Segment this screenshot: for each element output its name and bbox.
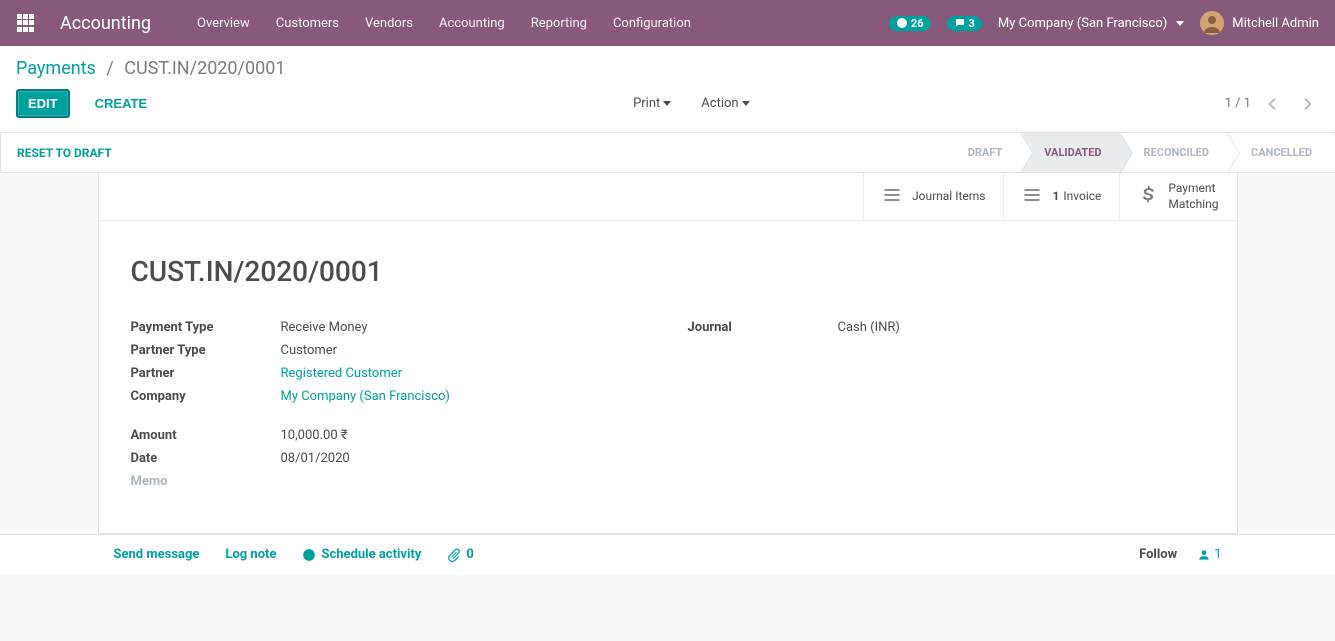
caret-down-icon — [742, 101, 750, 106]
journal-items-button[interactable]: Journal Items — [863, 173, 1003, 220]
control-panel: Payments / CUST.IN/2020/0001 EDIT CREATE… — [0, 46, 1335, 133]
breadcrumb-current: CUST.IN/2020/0001 — [124, 58, 285, 79]
label-date: Date — [131, 451, 281, 466]
chevron-left-icon — [1265, 96, 1281, 112]
button-box: Journal Items 1 Invoice Payment Matching — [99, 173, 1237, 221]
chevron-right-icon — [1299, 96, 1315, 112]
invoice-label: Invoice — [1063, 189, 1101, 203]
paperclip-icon — [447, 548, 461, 562]
user-name: Mitchell Admin — [1232, 16, 1319, 31]
pager-text: 1 / 1 — [1225, 96, 1251, 111]
label-amount: Amount — [131, 428, 281, 443]
value-amount: 10,000.00 ₹ — [281, 428, 648, 443]
label-partner: Partner — [131, 366, 281, 381]
bars-icon — [1022, 185, 1042, 209]
edit-button[interactable]: EDIT — [16, 89, 70, 118]
form-sheet: Journal Items 1 Invoice Payment Matching — [98, 172, 1238, 534]
followers-button[interactable]: 1 — [1197, 547, 1221, 562]
nav-right: 26 3 My Company (San Francisco) Mitchell… — [889, 11, 1319, 35]
label-memo: Memo — [131, 474, 281, 489]
breadcrumb-root[interactable]: Payments — [16, 58, 96, 79]
timer-badge[interactable]: 26 — [889, 16, 931, 31]
label-journal: Journal — [688, 320, 838, 335]
user-icon — [1197, 548, 1211, 562]
clock-icon — [896, 17, 908, 29]
nav-reporting[interactable]: Reporting — [521, 10, 597, 37]
timer-count: 26 — [911, 17, 924, 30]
matching-line1: Payment — [1168, 181, 1218, 197]
log-note-button[interactable]: Log note — [225, 547, 276, 562]
breadcrumb: Payments / CUST.IN/2020/0001 — [16, 58, 1319, 79]
value-journal: Cash (INR) — [838, 320, 1205, 335]
clock-icon — [302, 548, 316, 562]
avatar — [1200, 11, 1224, 35]
create-button[interactable]: CREATE — [84, 90, 158, 117]
value-partner[interactable]: Registered Customer — [281, 366, 403, 381]
print-dropdown[interactable]: Print — [633, 96, 671, 111]
record-title: CUST.IN/2020/0001 — [131, 255, 1205, 288]
follow-button[interactable]: Follow — [1139, 547, 1177, 562]
nav-configuration[interactable]: Configuration — [603, 10, 701, 37]
label-company: Company — [131, 389, 281, 404]
company-switcher[interactable]: My Company (San Francisco) — [998, 16, 1184, 31]
nav-vendors[interactable]: Vendors — [355, 10, 423, 37]
caret-down-icon — [1176, 21, 1184, 26]
reset-to-draft-button[interactable]: RESET TO DRAFT — [17, 146, 112, 160]
status-validated[interactable]: VALIDATED — [1020, 133, 1119, 172]
send-message-button[interactable]: Send message — [114, 547, 200, 562]
value-date: 08/01/2020 — [281, 451, 648, 466]
pager: 1 / 1 — [1225, 92, 1319, 116]
chatter-area: Send message Log note Schedule activity … — [0, 534, 1335, 574]
discuss-count: 3 — [969, 17, 975, 30]
apps-icon[interactable] — [16, 13, 36, 33]
matching-line2: Matching — [1168, 197, 1218, 213]
form-body: CUST.IN/2020/0001 Payment Type Receive M… — [99, 221, 1237, 533]
value-payment-type: Receive Money — [281, 320, 648, 335]
schedule-activity-button[interactable]: Schedule activity — [302, 547, 421, 562]
bars-icon — [882, 185, 902, 209]
label-partner-type: Partner Type — [131, 343, 281, 358]
attachments-button[interactable]: 0 — [447, 547, 473, 562]
dollar-icon — [1138, 185, 1158, 209]
statusbar: RESET TO DRAFT DRAFT VALIDATED RECONCILE… — [0, 133, 1335, 173]
company-name: My Company (San Francisco) — [998, 16, 1167, 31]
status-draft[interactable]: DRAFT — [944, 133, 1021, 172]
pager-prev[interactable] — [1261, 92, 1285, 116]
status-reconciled[interactable]: RECONCILED — [1120, 133, 1227, 172]
main-navbar: Accounting Overview Customers Vendors Ac… — [0, 0, 1335, 46]
nav-customers[interactable]: Customers — [266, 10, 349, 37]
value-partner-type: Customer — [281, 343, 648, 358]
nav-accounting[interactable]: Accounting — [429, 10, 515, 37]
action-dropdown[interactable]: Action — [701, 96, 749, 111]
pager-next[interactable] — [1295, 92, 1319, 116]
caret-down-icon — [663, 101, 671, 106]
user-menu[interactable]: Mitchell Admin — [1200, 11, 1319, 35]
value-company[interactable]: My Company (San Francisco) — [281, 389, 450, 404]
discuss-badge[interactable]: 3 — [947, 16, 982, 31]
label-payment-type: Payment Type — [131, 320, 281, 335]
breadcrumb-separator: / — [106, 58, 113, 79]
app-brand[interactable]: Accounting — [60, 13, 151, 34]
invoice-count: 1 — [1052, 189, 1059, 203]
payment-matching-button[interactable]: Payment Matching — [1119, 173, 1236, 220]
nav-menu: Overview Customers Vendors Accounting Re… — [187, 10, 701, 37]
status-cancelled[interactable]: CANCELLED — [1227, 133, 1334, 172]
journal-items-label: Journal Items — [912, 189, 985, 205]
chat-icon — [954, 17, 966, 29]
invoice-button[interactable]: 1 Invoice — [1003, 173, 1119, 220]
nav-overview[interactable]: Overview — [187, 10, 260, 37]
form-wrap: Journal Items 1 Invoice Payment Matching — [0, 173, 1335, 534]
value-memo — [281, 474, 648, 489]
